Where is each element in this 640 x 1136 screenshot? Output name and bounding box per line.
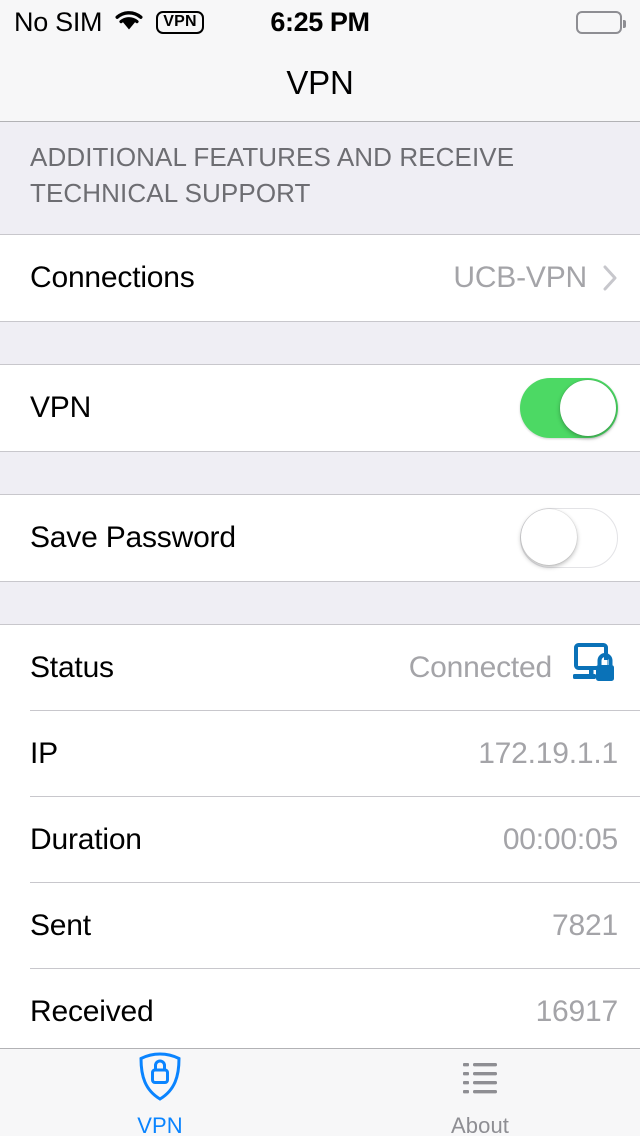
save-password-knob xyxy=(521,508,577,565)
sent-label: Sent xyxy=(30,908,91,942)
save-password-right xyxy=(520,507,618,568)
vpn-toggle-row[interactable]: VPN xyxy=(0,364,640,451)
status-right: Connected xyxy=(409,642,618,693)
duration-label: Duration xyxy=(30,822,142,856)
vpn-toggle-knob xyxy=(560,379,616,436)
tab-about[interactable]: About xyxy=(320,1049,640,1136)
chevron-right-icon xyxy=(603,265,618,291)
connections-row[interactable]: Connections UCB-VPN xyxy=(0,234,640,321)
vpn-status-badge: VPN xyxy=(156,10,204,34)
sent-value: 7821 xyxy=(552,908,618,942)
group-separator-1 xyxy=(0,320,640,365)
ip-value: 172.19.1.1 xyxy=(478,736,618,770)
shield-lock-icon xyxy=(132,1050,188,1109)
navigation-bar: VPN xyxy=(0,44,640,122)
vpn-app-screen: No SIM VPN 6:25 PM VPN ADDITIONAL FEATUR… xyxy=(0,0,640,1136)
tab-vpn[interactable]: VPN xyxy=(0,1049,320,1136)
ip-row: IP 172.19.1.1 xyxy=(0,710,640,797)
monitor-lock-icon xyxy=(568,642,618,693)
carrier-label: No SIM xyxy=(14,6,103,37)
ip-label: IP xyxy=(30,736,58,770)
save-password-row[interactable]: Save Password xyxy=(0,494,640,581)
save-password-switch[interactable] xyxy=(520,507,618,568)
save-password-label: Save Password xyxy=(30,520,236,554)
section-header-text: ADDITIONAL FEATURES AND RECEIVE TECHNICA… xyxy=(30,142,515,208)
received-right: 16917 xyxy=(535,994,619,1029)
tab-about-label: About xyxy=(451,1113,509,1136)
duration-row: Duration 00:00:05 xyxy=(0,796,640,883)
status-bar-left: No SIM VPN xyxy=(14,8,204,36)
group-separator-2 xyxy=(0,450,640,495)
sent-right: 7821 xyxy=(552,909,618,943)
vpn-toggle-switch[interactable] xyxy=(520,377,618,438)
status-row: Status Connected xyxy=(0,624,640,711)
section-header: ADDITIONAL FEATURES AND RECEIVE TECHNICA… xyxy=(0,122,640,235)
vpn-toggle-right xyxy=(520,377,618,438)
tab-bar: VPN About xyxy=(0,1048,640,1136)
connections-right: UCB-VPN xyxy=(453,261,618,295)
duration-value: 00:00:05 xyxy=(502,822,618,856)
status-bar: No SIM VPN 6:25 PM xyxy=(0,0,640,44)
connections-label: Connections xyxy=(30,260,195,294)
received-label: Received xyxy=(30,994,154,1028)
received-value: 16917 xyxy=(535,994,619,1028)
duration-right: 00:00:05 xyxy=(503,823,618,857)
status-label: Status xyxy=(30,650,114,684)
vpn-toggle-label: VPN xyxy=(30,390,92,424)
group-separator-3 xyxy=(0,580,640,625)
status-bar-right xyxy=(576,10,626,34)
sent-row: Sent 7821 xyxy=(0,882,640,969)
tab-vpn-label: VPN xyxy=(137,1113,183,1136)
battery-icon xyxy=(576,10,626,34)
received-row: Received 16917 xyxy=(0,968,640,1048)
settings-list: ADDITIONAL FEATURES AND RECEIVE TECHNICA… xyxy=(0,122,640,1048)
page-title: VPN xyxy=(286,63,354,101)
connections-value: UCB-VPN xyxy=(453,260,587,294)
list-icon xyxy=(452,1050,508,1109)
ip-right: 172.19.1.1 xyxy=(478,737,618,771)
status-value: Connected xyxy=(408,650,553,684)
wifi-icon xyxy=(113,8,145,36)
